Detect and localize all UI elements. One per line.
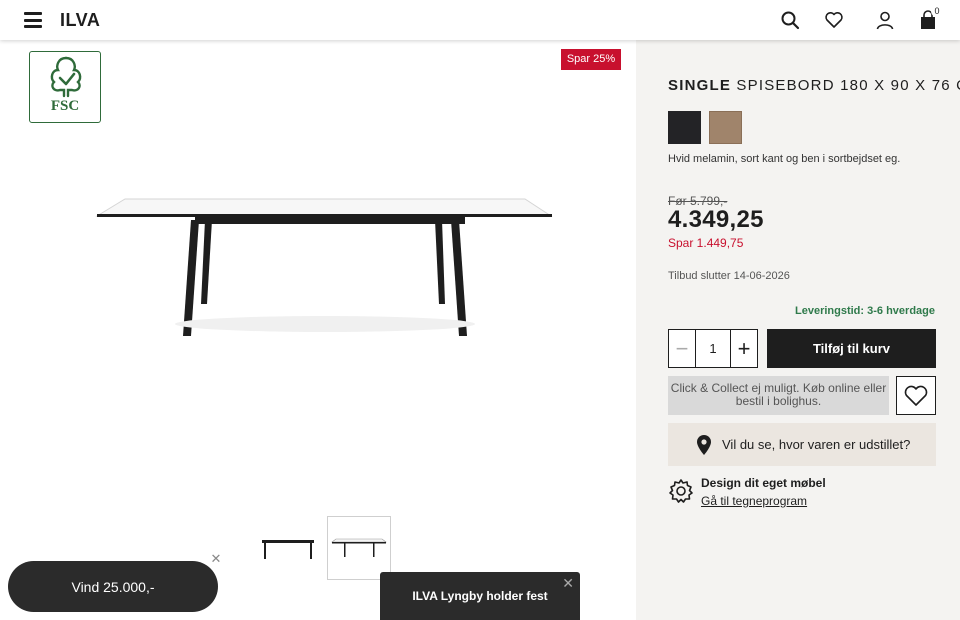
showroom-label: Vil du se, hvor varen er udstillet? <box>722 437 911 452</box>
click-collect-notice: Click & Collect ej muligt. Køb online el… <box>668 376 889 415</box>
fsc-tree-icon <box>50 56 82 98</box>
ilva-logo[interactable]: ILVA <box>60 10 100 31</box>
color-swatch-black[interactable] <box>668 111 701 144</box>
top-navigation-bar: ILVA 0 <box>0 0 960 40</box>
gear-icon <box>669 479 693 503</box>
search-icon[interactable] <box>780 10 800 30</box>
design-program-link[interactable]: Gå til tegneprogram <box>701 494 807 508</box>
close-icon[interactable]: ✕ <box>562 575 574 592</box>
quantity-increase-button[interactable]: + <box>730 330 757 367</box>
heart-icon[interactable] <box>824 10 844 30</box>
savings-amount: Spar 1.449,75 <box>668 236 744 250</box>
cart-count-badge: 0 <box>931 5 943 17</box>
offer-end-date: Tilbud slutter 14-06-2026 <box>668 270 790 282</box>
quantity-decrease-button[interactable]: − <box>669 330 696 367</box>
delivery-time: Leveringstid: 3-6 hverdage <box>795 305 935 317</box>
discount-badge: Spar 25% <box>561 49 621 70</box>
close-icon[interactable]: ✕ <box>208 551 224 567</box>
design-furniture-title: Design dit eget møbel <box>701 476 826 490</box>
product-image-table[interactable] <box>95 196 555 346</box>
win-promo-button[interactable]: Vind 25.000,- <box>8 561 218 612</box>
product-title-name: SPISEBORD 180 X 90 X 76 CM <box>731 77 960 94</box>
thumbnail-table-black <box>262 540 314 559</box>
event-toast-label: ILVA Lyngby holder fest <box>412 589 548 603</box>
thumbnail-2[interactable] <box>327 516 391 580</box>
quantity-value[interactable]: 1 <box>696 330 730 367</box>
menu-icon[interactable] <box>24 12 42 28</box>
event-toast[interactable]: ILVA Lyngby holder fest ✕ <box>380 572 580 620</box>
current-price: 4.349,25 <box>668 206 764 233</box>
color-swatch-brown[interactable] <box>709 111 742 144</box>
product-title-brand: SINGLE <box>668 77 732 94</box>
add-to-cart-button[interactable]: Tilføj til kurv <box>767 329 936 368</box>
user-icon[interactable] <box>875 10 895 30</box>
fsc-badge: FSC <box>29 51 101 123</box>
location-pin-icon <box>697 435 711 455</box>
product-description: Hvid melamin, sort kant og ben i sortbej… <box>668 153 901 165</box>
product-title: SINGLE SPISEBORD 180 X 90 X 76 CM <box>668 77 960 94</box>
quantity-stepper: − 1 + <box>668 329 758 368</box>
thumbnail-table-white <box>331 538 387 557</box>
fsc-label: FSC <box>50 98 80 114</box>
heart-icon <box>904 385 928 406</box>
thumbnail-1[interactable] <box>256 516 320 580</box>
showroom-finder-button[interactable]: Vil du se, hvor varen er udstillet? <box>668 423 936 466</box>
favorite-button[interactable] <box>896 376 936 415</box>
